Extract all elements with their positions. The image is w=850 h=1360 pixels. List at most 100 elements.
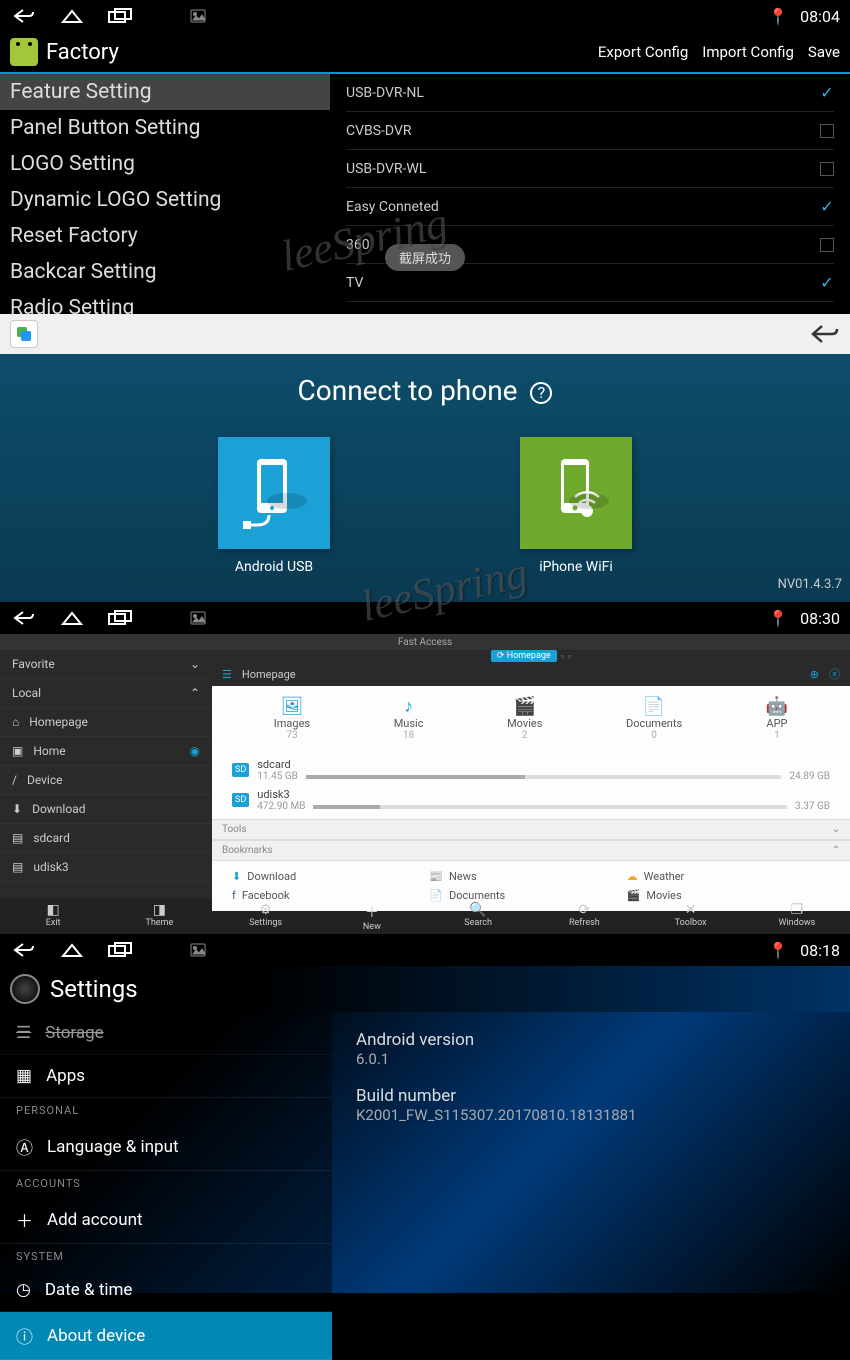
- android-usb-icon: [218, 437, 330, 549]
- save-button[interactable]: Save: [808, 43, 840, 61]
- fm-breadcrumb: ☰ Homepage ⊕ ⓧ: [212, 662, 850, 686]
- factory-title: Factory: [46, 40, 119, 65]
- import-config-button[interactable]: Import Config: [702, 43, 794, 61]
- images-icon: 🖼: [274, 696, 310, 717]
- menu-icon[interactable]: ☰: [222, 668, 232, 681]
- cat-images[interactable]: 🖼Images73: [274, 696, 310, 741]
- iphone-wifi-option[interactable]: iPhone WiFi: [520, 437, 632, 575]
- bookmarks-section[interactable]: Bookmarks⌃: [212, 840, 850, 861]
- btn-theme[interactable]: ◨Theme: [106, 898, 212, 934]
- cat-music[interactable]: ♪Music18: [394, 696, 424, 741]
- checkbox[interactable]: ✓: [820, 200, 834, 214]
- menu-storage[interactable]: ☰Storage: [0, 1012, 332, 1055]
- btn-toolbox[interactable]: ✕Toolbox: [638, 898, 744, 934]
- export-config-button[interactable]: Export Config: [598, 43, 688, 61]
- settings-title: Settings: [50, 975, 138, 1003]
- menu-apps[interactable]: ▦Apps: [0, 1055, 332, 1098]
- factory-options: USB-DVR-NL✓CVBS-DVRUSB-DVR-WLEasy Connet…: [330, 74, 850, 314]
- theme-icon: ◨: [106, 902, 212, 918]
- btn-settings[interactable]: ⚙Settings: [213, 898, 319, 934]
- version-label: NV01.4.3.7: [0, 575, 850, 594]
- local-section[interactable]: Local⌃: [0, 679, 212, 708]
- btn-refresh[interactable]: ⟳Refresh: [531, 898, 637, 934]
- menu-dynamic-logo[interactable]: Dynamic LOGO Setting: [0, 182, 330, 218]
- recent-icon[interactable]: [106, 608, 134, 628]
- recent-icon[interactable]: [106, 6, 134, 26]
- side-homepage[interactable]: ⌂Homepage: [0, 708, 212, 737]
- help-icon[interactable]: ?: [530, 382, 552, 404]
- android-version-value: 6.0.1: [356, 1050, 826, 1068]
- checkbox[interactable]: ✓: [820, 86, 834, 100]
- menu-feature-setting[interactable]: Feature Setting: [0, 74, 330, 110]
- check-cvbs-dvr[interactable]: CVBS-DVR: [346, 112, 834, 150]
- checkbox[interactable]: [820, 238, 834, 252]
- checkbox[interactable]: [820, 124, 834, 138]
- back-icon[interactable]: [10, 608, 38, 628]
- checkbox[interactable]: ✓: [820, 276, 834, 290]
- btn-search[interactable]: 🔍Search: [425, 898, 531, 934]
- accounts-header: ACCOUNTS: [0, 1171, 332, 1196]
- menu-backcar[interactable]: Backcar Setting: [0, 254, 330, 290]
- cat-app[interactable]: 🤖APP1: [766, 696, 788, 741]
- connect-back-icon[interactable]: [808, 322, 840, 346]
- clock-1: 08:04: [800, 7, 840, 26]
- close-icon[interactable]: ⓧ: [829, 666, 840, 682]
- home-icon[interactable]: [58, 940, 86, 960]
- tab-device-icon[interactable]: ▫: [561, 651, 564, 662]
- fast-access-bar[interactable]: Fast Access: [0, 634, 850, 650]
- recent-icon[interactable]: [106, 940, 134, 960]
- btn-exit[interactable]: ◧Exit: [0, 898, 106, 934]
- android-usb-option[interactable]: Android USB: [218, 437, 330, 575]
- side-device[interactable]: /Device: [0, 766, 212, 795]
- check-usb-dvr-wl[interactable]: USB-DVR-WL: [346, 150, 834, 188]
- menu-add-account[interactable]: ＋Add account: [0, 1196, 332, 1244]
- menu-date-time[interactable]: ◷Date & time: [0, 1269, 332, 1312]
- menu-language[interactable]: ⒶLanguage & input: [0, 1123, 332, 1171]
- btn-windows[interactable]: ❐Windows: [744, 898, 850, 934]
- tools-section[interactable]: Tools⌄: [212, 819, 850, 840]
- tab-homepage[interactable]: ⟳ Homepage: [491, 650, 557, 662]
- side-sdcard[interactable]: ▤sdcard: [0, 824, 212, 853]
- check-usb-dvr-nl[interactable]: USB-DVR-NL✓: [346, 74, 834, 112]
- settings-body: ☰Storage ▦Apps PERSONAL ⒶLanguage & inpu…: [0, 1012, 850, 1293]
- screenshot-icon[interactable]: [184, 940, 212, 960]
- menu-logo[interactable]: LOGO Setting: [0, 146, 330, 182]
- favorite-section[interactable]: Favorite⌄: [0, 650, 212, 679]
- checkbox[interactable]: [820, 162, 834, 176]
- screenshot-icon[interactable]: [184, 608, 212, 628]
- back-icon[interactable]: [10, 940, 38, 960]
- location-icon: 📍: [768, 941, 788, 960]
- refresh-icon: ⟳: [531, 902, 637, 918]
- android-version-label: Android version: [356, 1030, 826, 1050]
- chevron-down-icon: ⌄: [190, 657, 200, 671]
- back-icon[interactable]: [10, 6, 38, 26]
- btn-new[interactable]: ＋New: [319, 898, 425, 934]
- factory-header: Factory Export Config Import Config Save: [0, 32, 850, 74]
- menu-panel-button[interactable]: Panel Button Setting: [0, 110, 330, 146]
- menu-about-device[interactable]: ⓘAbout device: [0, 1312, 332, 1360]
- menu-radio[interactable]: Radio Setting: [0, 290, 330, 314]
- iphone-wifi-icon: [520, 437, 632, 549]
- side-home[interactable]: ▣Home◉: [0, 737, 212, 766]
- folder-icon: ▣: [12, 744, 23, 758]
- screenshot-icon[interactable]: [184, 6, 212, 26]
- home-icon[interactable]: [58, 6, 86, 26]
- side-download[interactable]: ⬇Download: [0, 795, 212, 824]
- tab-add-icon[interactable]: ▫: [568, 651, 571, 662]
- exit-icon: ◧: [0, 902, 106, 918]
- clock-icon: ◷: [16, 1280, 31, 1300]
- bookmark-weather[interactable]: ☁Weather: [627, 867, 824, 886]
- cat-movies[interactable]: 🎬Movies2: [507, 696, 542, 741]
- bookmark-download[interactable]: ⬇Download: [232, 867, 429, 886]
- side-udisk3[interactable]: ▤udisk3: [0, 853, 212, 882]
- check-easy-conneted[interactable]: Easy Conneted✓: [346, 188, 834, 226]
- menu-reset-factory[interactable]: Reset Factory: [0, 218, 330, 254]
- storage-udisk3[interactable]: SDudisk3472.90 MB3.37 GB: [232, 785, 830, 815]
- cat-documents[interactable]: 📄Documents0: [626, 696, 682, 741]
- expand-icon[interactable]: ⊕: [810, 668, 819, 681]
- bookmark-news[interactable]: 📰News: [429, 867, 626, 886]
- storage-sdcard[interactable]: SDsdcard11.45 GB24.89 GB: [232, 755, 830, 785]
- home-icon[interactable]: [58, 608, 86, 628]
- location-icon: 📍: [768, 609, 788, 628]
- music-icon: ♪: [394, 696, 424, 717]
